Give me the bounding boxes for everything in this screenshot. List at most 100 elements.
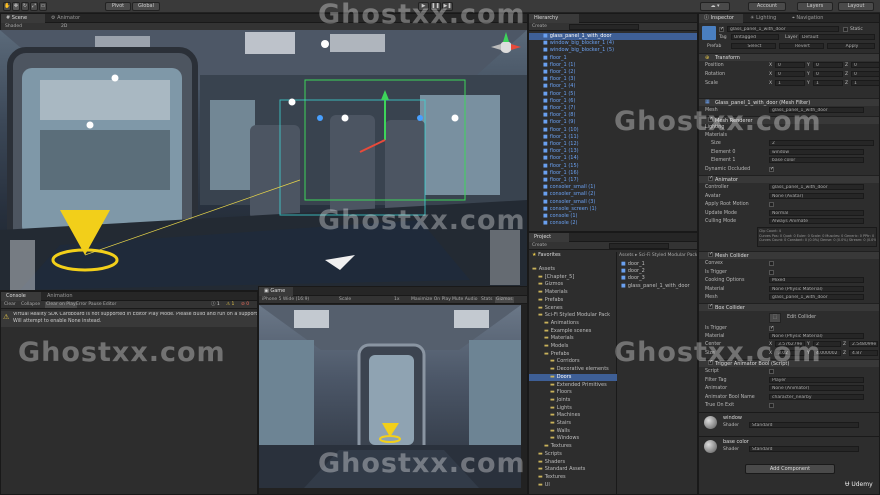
resolution-dropdown[interactable]: iPhone 5 Wide (16:9) [262,297,309,303]
tab-game[interactable]: ▣ Game [259,287,293,296]
tab-animator[interactable]: ⚙ Animator [46,14,92,23]
project-folder[interactable]: ▬ Decorative elements [529,366,617,373]
add-component-button[interactable]: Add Component [745,464,835,474]
element1-field[interactable]: base color [769,157,864,163]
pause-button[interactable]: ❚❚ [430,2,441,11]
hierarchy-item[interactable]: ■ floor_1 (17) [529,177,697,184]
hierarchy-item[interactable]: ■ floor_1 (1) [529,62,697,69]
transform-x-field[interactable]: 1 [775,80,805,86]
project-folder[interactable]: ▬ Scenes [529,305,617,312]
play-button[interactable]: ▶ [418,2,429,11]
project-create-button[interactable]: Create [532,243,547,249]
hierarchy-item[interactable]: ■ consoler_small (3) [529,199,697,206]
mesh-renderer-header[interactable]: Mesh Renderer [699,116,879,124]
trigger-script-header[interactable]: Trigger Animator Bool (Script) [699,359,879,367]
hierarchy-item[interactable]: ■ consoler_small (1) [529,184,697,191]
console-error-count[interactable]: ⊘ 0 [241,302,249,308]
tab-project[interactable]: Project [529,233,569,242]
scene-viewport[interactable] [0,30,527,290]
project-folder[interactable]: ▬ UI [529,482,617,489]
mesh-collider-row-checkbox[interactable] [769,261,774,266]
project-file[interactable]: ■ door_2 [619,268,697,275]
console-clear-on-play-toggle[interactable]: Clear on Play [45,302,77,308]
trigger-script-row-checkbox[interactable] [769,403,774,409]
size-z-field[interactable]: 4.87 [849,350,878,356]
dynamic-occluded-checkbox[interactable] [769,166,774,172]
center-y-field[interactable]: 2 [813,341,841,347]
account-dropdown[interactable]: Account [748,2,786,11]
rect-tool-icon[interactable]: ▭ [39,2,47,11]
project-folder[interactable]: ▬ Doors [529,373,617,381]
materials-foldout[interactable]: Materials [705,133,727,138]
mesh-collider-row-field[interactable]: Mixed [769,277,864,284]
active-checkbox[interactable] [719,26,724,32]
trigger-script-row-field[interactable]: character_nearby [769,393,864,400]
hierarchy-item[interactable]: ■ floor_1 (5) [529,91,697,98]
project-folder[interactable]: ▬ [Chapter_5] [529,274,617,281]
gizmos-dropdown[interactable]: Gizmos [495,297,514,303]
layout-dropdown[interactable]: Layout [838,2,874,11]
collab-button[interactable]: ☁ ▾ [700,2,730,11]
light-gizmo-icon[interactable] [86,121,94,129]
material-shader-dropdown[interactable]: Standard [749,446,859,452]
light-gizmo-icon[interactable] [321,40,329,48]
project-folder[interactable]: ▬ Models [529,343,617,350]
project-folder[interactable]: ▬ Machines [529,412,617,419]
element0-field[interactable]: window [769,149,864,155]
hierarchy-item[interactable]: ■ floor_1 (2) [529,69,697,76]
step-button[interactable]: ▶❚ [442,2,453,11]
project-folder[interactable]: ▬ Standard Assets [529,466,617,473]
material-shader-dropdown[interactable]: Standard [749,422,859,428]
console-collapse-button[interactable]: Collapse [21,302,40,308]
project-folder[interactable]: ▬ Joints [529,397,617,404]
center-z-field[interactable]: 2.548099e [849,341,878,347]
hand-tool-icon[interactable]: ✋ [3,2,11,11]
hierarchy-search-input[interactable] [569,24,639,30]
project-folder[interactable]: ▬ Example scenes [529,328,617,335]
scene-orientation-gizmo[interactable] [491,32,521,62]
animator-header[interactable]: Animator [699,175,879,183]
trigger-script-row-field[interactable]: None (Animator) [769,385,864,392]
mesh-collider-header[interactable]: Mesh Collider [699,251,879,259]
hierarchy-item[interactable]: ■ floor_1 (10) [529,127,697,134]
hierarchy-item[interactable]: ■ console_screen (1) [529,206,697,213]
hierarchy-item[interactable]: ■ window_big_blocker_1 (5) [529,47,697,54]
tab-animation[interactable]: Animation [42,292,88,301]
hierarchy-item[interactable]: ■ consoler_small (2) [529,191,697,198]
hierarchy-item[interactable]: ■ floor_1 (3) [529,76,697,83]
mesh-renderer-enabled-checkbox[interactable] [708,116,713,122]
animator-row-checkbox[interactable] [769,202,774,208]
project-folder[interactable]: ▬ Walls [529,428,617,435]
move-tool-icon[interactable]: ✥ [12,2,20,11]
project-folder[interactable]: ▬ Sci-Fi Styled Modular Pack [529,312,617,319]
tab-navigation[interactable]: ⌖ Navigation [787,14,833,23]
animator-row-field[interactable]: Always Animate [769,218,864,225]
project-folder[interactable]: ▬ Textures [529,474,617,481]
layers-dropdown[interactable]: Layers [797,2,833,11]
project-folder[interactable]: ▬ Textures [529,443,617,450]
trigger-script-row-checkbox[interactable] [769,369,774,374]
project-folder[interactable]: ▬ Corridors [529,358,617,365]
project-folder[interactable]: ▬ Materials [529,289,617,296]
prefab-select-button[interactable]: Select [731,43,776,49]
transform-y-field[interactable]: 0 [813,71,843,77]
project-folder[interactable]: ▬ Shaders [529,459,617,466]
trigger-script-enabled-checkbox[interactable] [708,359,713,365]
hierarchy-item[interactable]: ■ floor_1 (14) [529,155,697,162]
box-collider-enabled-checkbox[interactable] [708,303,713,309]
project-file[interactable]: ■ glass_panel_1_with_door [619,283,697,290]
hierarchy-item[interactable]: ■ console (2) [529,220,697,227]
pivot-button[interactable]: Pivot [105,2,131,11]
transform-z-field[interactable]: 0 [851,71,879,77]
reflection-probe-icon[interactable] [317,115,323,121]
tab-inspector[interactable]: ⓘ Inspector [699,14,743,23]
light-gizmo-icon[interactable] [288,98,296,106]
console-error-pause-toggle[interactable]: Error Pause [76,302,102,308]
hierarchy-item[interactable]: ■ floor_1 (16) [529,170,697,177]
transform-y-field[interactable]: 0 [813,62,843,68]
transform-y-field[interactable]: 1 [813,80,843,86]
console-message[interactable]: ⚠ Virtual Reality SDK Cardboard is not s… [1,311,257,327]
project-folder[interactable]: ▬ Materials [529,335,617,342]
trigger-script-row-field[interactable]: Player [769,376,864,383]
project-folder[interactable]: ▬ Extended Primitives [529,382,617,389]
